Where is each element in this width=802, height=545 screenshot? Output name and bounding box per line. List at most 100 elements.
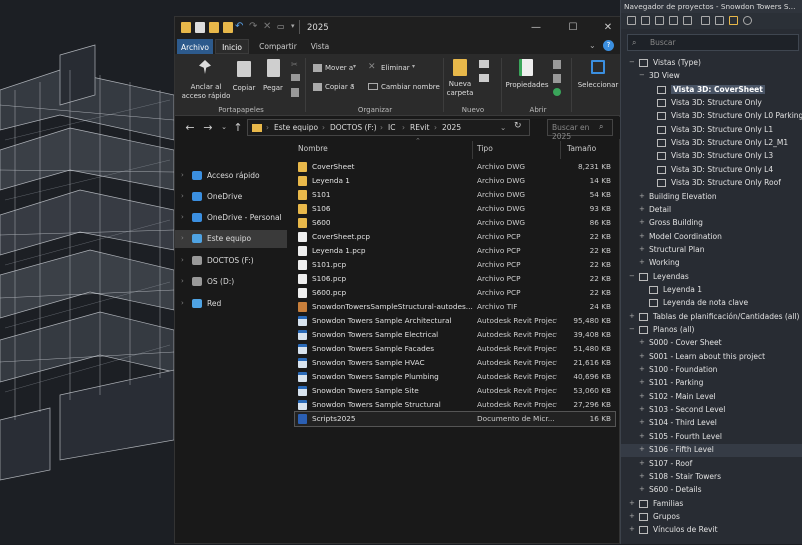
column-header-type[interactable]: Tipo <box>477 144 493 153</box>
tree-item[interactable]: − Leyendas <box>621 271 802 284</box>
file-row[interactable]: CoverSheet.pcp Archivo PCP 22 KB <box>295 230 615 244</box>
open-icon[interactable] <box>553 60 561 69</box>
collapse-icon[interactable]: − <box>629 58 635 66</box>
minimize-button[interactable]: — <box>527 21 545 35</box>
tree-item[interactable]: + S001 - Learn about this project <box>621 351 802 364</box>
tab-inicio[interactable]: Inicio <box>215 39 249 54</box>
close-button[interactable]: ✕ <box>599 21 617 35</box>
file-row[interactable]: Snowdon Towers Sample Architectural Autod… <box>295 314 615 328</box>
copy-path-icon[interactable] <box>291 74 300 81</box>
file-row[interactable]: Snowdon Towers Sample Structural Autodesk… <box>295 398 615 412</box>
rename-icon[interactable]: ▭ <box>277 22 285 31</box>
file-row[interactable]: S106.pcp Archivo PCP 22 KB <box>295 272 615 286</box>
expand-icon[interactable]: + <box>639 405 645 413</box>
file-row[interactable]: Leyenda 1 Archivo DWG 14 KB <box>295 174 615 188</box>
expand-icon[interactable]: + <box>639 392 645 400</box>
tree-item[interactable]: Vista 3D: Structure Only L0 Parking <box>621 110 802 123</box>
chevron-right-icon[interactable]: › <box>181 299 184 307</box>
file-row[interactable]: S106 Archivo DWG 93 KB <box>295 202 615 216</box>
file-row[interactable]: Snowdon Towers Sample Facades Autodesk Re… <box>295 342 615 356</box>
tree-item[interactable]: + S102 - Main Level <box>621 391 802 404</box>
nav-item[interactable]: › OneDrive <box>175 188 287 206</box>
duplicate-icon[interactable] <box>715 16 724 25</box>
file-row[interactable]: S600 Archivo DWG 86 KB <box>295 216 615 230</box>
expand-icon[interactable]: + <box>629 525 635 533</box>
help-icon[interactable]: ? <box>603 40 614 51</box>
tree-item[interactable]: + S105 - Fourth Level <box>621 431 802 444</box>
file-row[interactable]: CoverSheet Archivo DWG 8,231 KB <box>295 160 615 174</box>
maximize-button[interactable]: ☐ <box>564 21 582 35</box>
tree-item[interactable]: + Structural Plan <box>621 244 802 257</box>
expand-icon[interactable]: + <box>639 205 645 213</box>
tree-item[interactable]: + S100 - Foundation <box>621 364 802 377</box>
chevron-right-icon[interactable]: › <box>181 171 184 179</box>
back-arrow-icon[interactable]: ← <box>183 121 197 134</box>
title-bar[interactable]: ↶ ↷ ✕ ▭ ▾ 2025 — ☐ ✕ <box>175 17 621 39</box>
file-explorer-window[interactable]: ↶ ↷ ✕ ▭ ▾ 2025 — ☐ ✕ Archivo Inicio Comp… <box>174 16 621 544</box>
tree-item[interactable]: + Familias <box>621 498 802 511</box>
expand-icon[interactable]: + <box>639 352 645 360</box>
tree-item[interactable]: Vista 3D: Structure Only L4 <box>621 164 802 177</box>
refresh-icon[interactable]: ↻ <box>514 121 522 131</box>
column-header-size[interactable]: Tamaño <box>567 144 596 153</box>
breadcrumb-item[interactable]: Este equipo <box>274 123 318 132</box>
copy-to-button[interactable]: Copiar a <box>325 83 354 92</box>
nav-item[interactable]: › Este equipo <box>175 230 287 248</box>
file-row[interactable]: Snowdon Towers Sample Electrical Autodesk… <box>295 328 615 342</box>
tree-item[interactable]: Leyenda 1 <box>621 284 802 297</box>
tree-item[interactable]: + Working <box>621 257 802 270</box>
file-row[interactable]: Leyenda 1.pcp Archivo PCP 22 KB <box>295 244 615 258</box>
tree-item[interactable]: + Grupos <box>621 511 802 524</box>
address-bar[interactable]: › Este equipo › DOCTOS (F:) › IC › REvit… <box>247 119 530 136</box>
paste-button[interactable]: Pegar <box>259 84 287 93</box>
nav-item[interactable]: › Acceso rápido <box>175 167 287 185</box>
tree-item[interactable]: + Model Coordination <box>621 231 802 244</box>
pin-quick-access-button[interactable]: Anclar al acceso rápido <box>179 83 233 100</box>
file-row[interactable]: SnowdonTowersSampleStructural-autodes...… <box>295 300 615 314</box>
tab-vista[interactable]: Vista <box>305 39 335 54</box>
tree-item[interactable]: Vista 3D: Structure Only <box>621 97 802 110</box>
file-row[interactable]: S101.pcp Archivo PCP 22 KB <box>295 258 615 272</box>
new-folder-button[interactable]: Nueva carpeta <box>445 80 475 97</box>
expand-icon[interactable]: + <box>639 338 645 346</box>
properties-icon[interactable] <box>195 22 205 33</box>
collapse-icon[interactable]: − <box>639 71 645 79</box>
nav-item[interactable]: › OS (D:) <box>175 273 287 291</box>
tree-item[interactable]: −3D View <box>621 70 802 83</box>
file-row[interactable]: Snowdon Towers Sample Site Autodesk Revit… <box>295 384 615 398</box>
tree-item[interactable]: + S103 - Second Level <box>621 404 802 417</box>
up-arrow-icon[interactable]: ↑ <box>231 121 245 134</box>
recent-locations-icon[interactable]: ⌄ <box>217 123 231 131</box>
tree-item[interactable]: + Tablas de planificación/Cantidades (all… <box>621 311 802 324</box>
tree-item[interactable]: + S600 - Details <box>621 484 802 497</box>
chevron-right-icon[interactable]: › <box>181 277 184 285</box>
file-row[interactable]: Snowdon Towers Sample Plumbing Autodesk R… <box>295 370 615 384</box>
expand-icon[interactable]: + <box>639 258 645 266</box>
tree-item[interactable]: − Planos (all) <box>621 324 802 337</box>
expand-icon[interactable]: + <box>639 418 645 426</box>
tree-item[interactable]: + Gross Building <box>621 217 802 230</box>
tree-item[interactable]: − Vistas (Type) <box>621 57 802 70</box>
tree-item[interactable]: + S104 - Third Level <box>621 417 802 430</box>
collapse-icon[interactable]: − <box>629 325 635 333</box>
easy-access-icon[interactable] <box>479 74 489 82</box>
nav-item[interactable]: › DOCTOS (F:) <box>175 252 287 270</box>
forward-arrow-icon[interactable]: → <box>201 121 215 134</box>
tree-item[interactable]: + S107 - Roof <box>621 458 802 471</box>
rename-button[interactable]: Cambiar nombre <box>381 83 440 92</box>
expand-icon[interactable]: + <box>639 218 645 226</box>
expand-icon[interactable]: + <box>639 459 645 467</box>
tree-item[interactable]: + Detail <box>621 204 802 217</box>
breadcrumb-item[interactable]: REvit <box>410 123 429 132</box>
expand-icon[interactable]: + <box>639 365 645 373</box>
move-to-button[interactable]: Mover a <box>325 64 353 73</box>
delete-button[interactable]: Eliminar <box>381 64 410 73</box>
tree-item[interactable]: + S101 - Parking <box>621 377 802 390</box>
nav-item[interactable]: › OneDrive - Personal <box>175 209 287 227</box>
list-icon[interactable] <box>701 16 710 25</box>
edit-icon[interactable] <box>553 74 561 83</box>
breadcrumb-item[interactable]: DOCTOS (F:) <box>330 123 377 132</box>
undo-icon[interactable]: ↶ <box>235 21 243 32</box>
expand-icon[interactable]: + <box>639 232 645 240</box>
expand-icon[interactable]: + <box>629 512 635 520</box>
